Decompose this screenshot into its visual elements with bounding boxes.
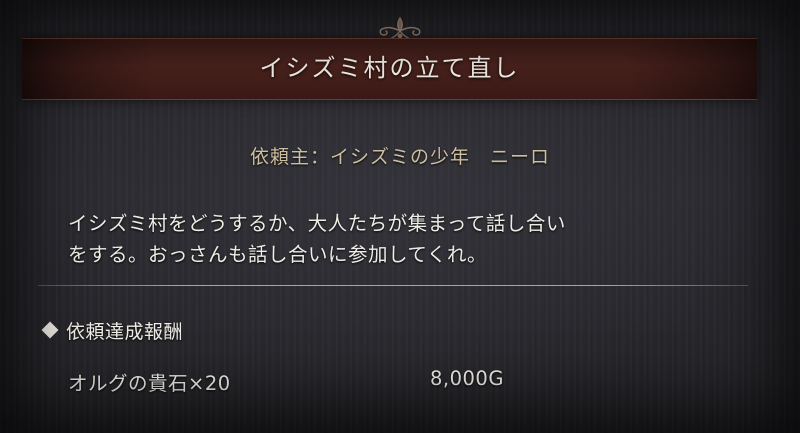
reward-item: オルグの貴石×20 [68, 372, 231, 395]
quest-client: 依頼主：イシズミの少年 ニーロ [249, 146, 550, 168]
reward-gold: 8,000G [430, 367, 504, 390]
quest-description: イシズミ村をどうするか、大人たちが集まって話し合い をする。おっさんも話し合いに参… [68, 208, 758, 270]
quest-detail-panel: イシズミ村の立て直し 依頼主：イシズミの少年 ニーロ イシズミ村をどうするか、大… [0, 0, 800, 433]
diamond-bullet-icon [41, 321, 59, 339]
description-line-2: をする。おっさんも話し合いに参加してくれ。 [68, 243, 488, 266]
section-divider [38, 285, 748, 286]
description-line-1: イシズミ村をどうするか、大人たちが集まって話し合い [68, 212, 566, 235]
quest-title: イシズミ村の立て直し [259, 54, 520, 82]
reward-header: 依頼達成報酬 [41, 317, 184, 344]
reward-header-label: 依頼達成報酬 [66, 321, 184, 343]
